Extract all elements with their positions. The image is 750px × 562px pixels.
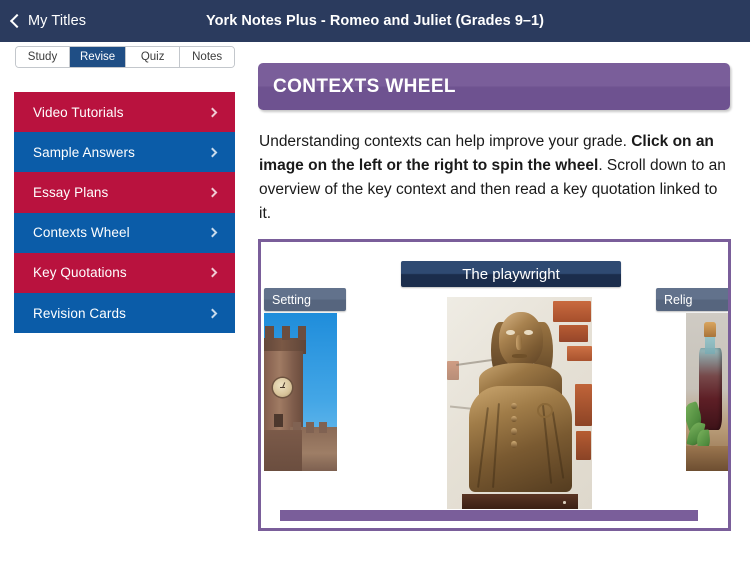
wheel-label-religion[interactable]: Relig [656, 288, 728, 311]
intro-text-part1: Understanding contexts can help improve … [259, 133, 632, 150]
sidebar-item-label: Essay Plans [33, 184, 109, 200]
app-root: My Titles York Notes Plus - Romeo and Ju… [0, 0, 750, 562]
tab-quiz[interactable]: Quiz [126, 47, 181, 67]
sidebar-item-video-tutorials[interactable]: Video Tutorials [14, 92, 235, 133]
tab-study[interactable]: Study [16, 47, 70, 67]
brick-shape [552, 301, 591, 323]
sidebar-item-essay-plans[interactable]: Essay Plans [14, 172, 235, 213]
doublet-button-shape [510, 428, 518, 435]
bottle-cork-shape [704, 322, 717, 337]
chevron-right-icon [207, 107, 218, 118]
bust-badge-shape [536, 403, 553, 418]
wheel-image-playwright [447, 297, 592, 509]
brick-shape [574, 383, 592, 427]
tower-base-shape [264, 429, 302, 471]
bust-eye-shape [523, 329, 533, 335]
contexts-wheel-panel: Setting The playwright Relig [258, 239, 731, 531]
doublet-button-shape [510, 441, 518, 448]
merlon-shape [297, 325, 307, 340]
bottle-body-shape [698, 347, 723, 430]
sidebar-item-key-quotations[interactable]: Key Quotations [14, 252, 235, 293]
sidebar-item-label: Video Tutorials [33, 104, 124, 120]
sidebar-menu: Video Tutorials Sample Answers Essay Pla… [14, 92, 235, 334]
tower-window-shape [274, 414, 283, 427]
crenel-shape [306, 422, 315, 434]
wheel-label-setting[interactable]: Setting [264, 288, 346, 311]
chevron-right-icon [207, 267, 218, 278]
back-button[interactable]: My Titles [9, 13, 87, 29]
sidebar-item-contexts-wheel[interactable]: Contexts Wheel [14, 212, 235, 253]
sidebar-item-label: Contexts Wheel [33, 225, 130, 241]
brick-shape [558, 324, 588, 342]
merlon-shape [265, 325, 275, 340]
mode-tab-bar: Study Revise Quiz Notes [15, 46, 236, 68]
content-panel: CONTEXTS WHEEL Understanding contexts ca… [250, 0, 750, 562]
section-header: CONTEXTS WHEEL [258, 63, 730, 110]
chevron-right-icon [207, 187, 218, 198]
clock-face-icon [272, 377, 292, 397]
wooden-surface-shape [686, 445, 728, 471]
shakespeare-bust-illustration [447, 297, 592, 509]
sidebar-item-sample-answers[interactable]: Sample Answers [14, 132, 235, 173]
merlon-shape [281, 325, 291, 340]
chevron-right-icon [207, 147, 218, 158]
bust-nose-shape [515, 335, 522, 350]
sidebar-item-label: Sample Answers [33, 144, 135, 160]
chevron-right-icon [207, 308, 218, 318]
tab-notes[interactable]: Notes [180, 47, 235, 67]
wheel-bottom-bar [280, 510, 698, 521]
clock-hand-shape [279, 386, 285, 389]
clock-tower-illustration [264, 313, 337, 471]
potion-bottle-illustration [686, 313, 728, 471]
chevron-right-icon [207, 227, 218, 238]
chevron-left-icon [9, 13, 25, 29]
wheel-image-religion[interactable] [686, 313, 728, 471]
brick-shape [576, 430, 591, 461]
crenel-shape [319, 422, 328, 434]
intro-paragraph: Understanding contexts can help improve … [259, 130, 727, 226]
wheel-image-setting[interactable] [264, 313, 337, 471]
brick-shape [567, 345, 592, 361]
sidebar-item-revision-cards[interactable]: Revision Cards [14, 292, 235, 334]
section-header-title: CONTEXTS WHEEL [273, 75, 456, 97]
back-button-label: My Titles [28, 13, 87, 29]
bust-mouth-shape [512, 354, 527, 358]
bust-eye-shape [506, 329, 516, 335]
bust-plinth-shape [461, 494, 578, 509]
sidebar-item-label: Revision Cards [33, 305, 126, 321]
tab-revise[interactable]: Revise [70, 47, 127, 67]
sidebar-item-label: Key Quotations [33, 265, 127, 281]
wheel-label-playwright: The playwright [401, 261, 621, 287]
plinth-highlight-shape [563, 501, 566, 504]
